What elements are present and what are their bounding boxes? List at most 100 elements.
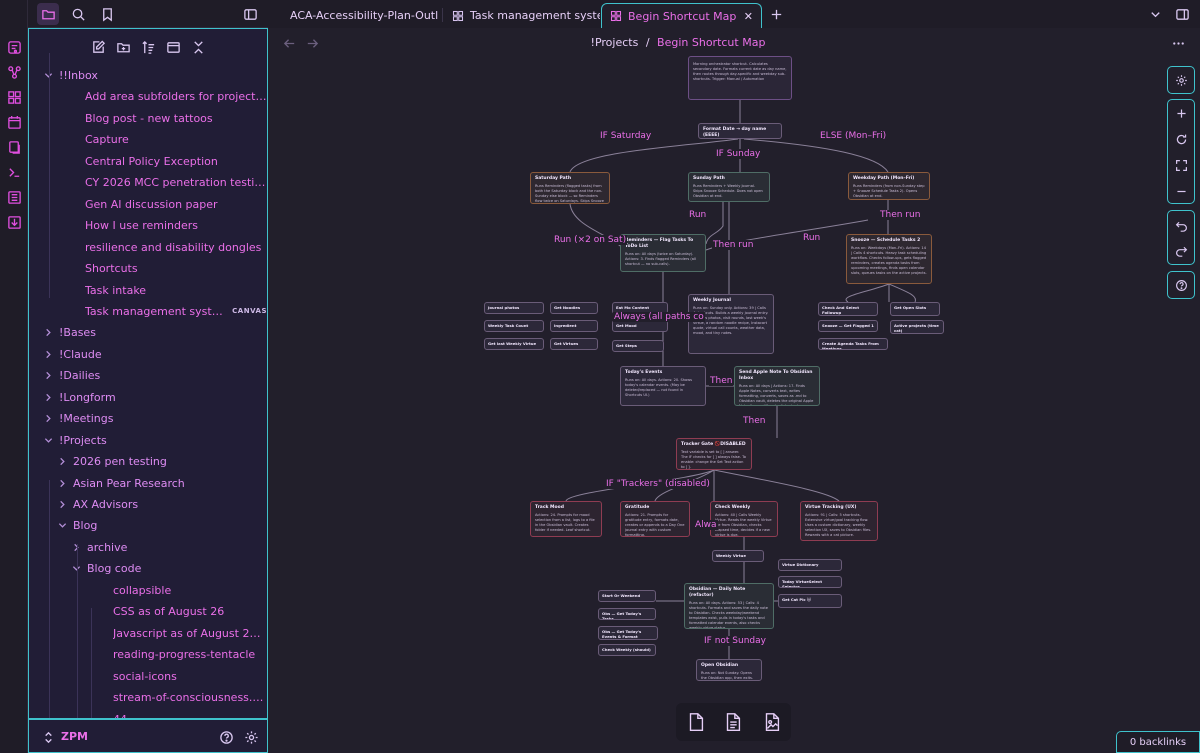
file-item[interactable]: Central Policy Exception xyxy=(29,151,267,172)
tab-aca-accessibility[interactable]: ACA-Accessibility-Plan-Outline... xyxy=(282,3,439,28)
file-item[interactable]: social-icons xyxy=(29,666,267,687)
vault-switch-icon[interactable] xyxy=(37,726,59,748)
canvas-node[interactable]: Send Apple Note To Obsidian Inbox Runs on… xyxy=(734,366,820,406)
canvas-node[interactable]: Open Obsidian Runs on: Not Sunday. Opens … xyxy=(696,659,762,681)
canvas-node[interactable]: Track Mood Actions: 24. Prompts for mood … xyxy=(530,501,602,537)
canvas-sub-node[interactable]: Get Open Slots xyxy=(890,302,940,316)
new-tab-icon[interactable] xyxy=(765,3,787,25)
chevron-right-icon[interactable] xyxy=(57,457,67,467)
file-item[interactable]: CY 2026 MCC penetration testing xyxy=(29,172,267,193)
canvas-node[interactable]: Format Date → day name (EEEE)Routes base… xyxy=(698,123,782,139)
chevron-down-icon[interactable] xyxy=(43,435,53,445)
auto-reveal-icon[interactable] xyxy=(162,36,184,58)
canvas-settings-gear-icon[interactable] xyxy=(1171,70,1191,90)
canvas-node[interactable]: Morning orchestrator shortcut. Calculate… xyxy=(688,56,792,100)
folder-item[interactable]: 2026 pen testing xyxy=(29,451,267,472)
folder-item[interactable]: !Claude xyxy=(29,344,267,365)
vault-switcher[interactable]: ZPM xyxy=(28,719,268,753)
open-quick-switcher-icon[interactable] xyxy=(3,36,25,58)
file-item[interactable]: Add area subfolders for projects and r..… xyxy=(29,86,267,107)
add-media-icon[interactable] xyxy=(759,709,785,735)
canvas-help-icon[interactable] xyxy=(1171,275,1191,295)
calendar-icon[interactable] xyxy=(3,111,25,133)
canvas-node[interactable]: Check Weekly Actions: 40 | Calls Weekly V… xyxy=(710,501,778,537)
folder-item[interactable]: AX Advisors xyxy=(29,494,267,515)
folder-item[interactable]: !Dailies xyxy=(29,365,267,386)
folder-item[interactable]: Blog code xyxy=(29,558,267,579)
canvas-sub-node[interactable]: Obs — Get Today's Tasks xyxy=(598,608,656,620)
canvas-sub-node[interactable]: Start Or Weekend xyxy=(598,590,656,602)
file-item[interactable]: reading-progress-tentacle xyxy=(29,644,267,665)
canvas-sub-node[interactable]: Snooze — Get Flagged 1 xyxy=(818,320,878,332)
file-item[interactable]: How I use reminders xyxy=(29,215,267,236)
tab-list-chevron-icon[interactable] xyxy=(1144,3,1166,25)
canvas-node[interactable]: Weekday Path (Mon–Fri) Runs Reminders (fr… xyxy=(848,172,930,200)
canvas-view[interactable]: Morning orchestrator shortcut. Calculate… xyxy=(268,56,1200,753)
canvas-node[interactable]: Reminders — Flag Tasks To ToDo List Runs … xyxy=(620,234,706,272)
canvas-sub-node[interactable]: Obs — Get Today's Events & Format xyxy=(598,626,658,640)
canvas-node[interactable]: Sunday Path Runs Reminders + Weekly Journ… xyxy=(688,172,770,202)
chevron-down-icon[interactable] xyxy=(43,71,53,81)
canvas-node[interactable]: Weekly Journal Runs on: Sunday only. Acti… xyxy=(688,294,774,354)
close-tab-icon[interactable]: ✕ xyxy=(744,10,753,23)
folder-item[interactable]: Blog xyxy=(29,515,267,536)
more-options-icon[interactable] xyxy=(1167,32,1189,54)
collapse-sidebar-icon[interactable] xyxy=(239,3,261,25)
chevron-right-icon[interactable] xyxy=(43,371,53,381)
graph-view-icon[interactable] xyxy=(3,61,25,83)
canvas-node[interactable]: Snooze — Schedule Tasks 2 Runs on: Weekda… xyxy=(846,234,932,284)
canvas-node[interactable]: Obsidian — Daily Note (refactor) Runs on:… xyxy=(684,583,774,629)
file-item[interactable]: resilience and disability dongles xyxy=(29,237,267,258)
chevron-right-icon[interactable] xyxy=(43,349,53,359)
undo-icon[interactable] xyxy=(1171,215,1191,235)
file-item[interactable]: Gen AI discussion paper xyxy=(29,194,267,215)
sort-icon[interactable] xyxy=(137,36,159,58)
chevron-right-icon[interactable] xyxy=(43,392,53,402)
folder-item[interactable]: !!Inbox xyxy=(29,65,267,86)
canvas-sub-node[interactable]: Create Agenda Tasks From Meetings xyxy=(818,338,888,350)
vault-name[interactable]: ZPM xyxy=(61,730,88,743)
list-icon[interactable] xyxy=(3,186,25,208)
canvas-sub-node[interactable]: Ingredient xyxy=(550,320,598,332)
file-item[interactable]: collapsible xyxy=(29,580,267,601)
breadcrumb-current[interactable]: Begin Shortcut Map xyxy=(657,36,765,49)
chevron-right-icon[interactable] xyxy=(57,478,67,488)
backlinks-status[interactable]: 0 backlinks xyxy=(1116,731,1200,753)
canvas-sub-node[interactable]: Active projects (time cat) xyxy=(890,320,944,334)
chevron-right-icon[interactable] xyxy=(43,414,53,424)
canvas-sub-node[interactable]: Journal photos xyxy=(484,302,544,314)
canvas-sub-node[interactable]: Get Cat Pic 🐱 xyxy=(778,594,842,608)
add-card-icon[interactable] xyxy=(683,709,709,735)
tab-begin-shortcut-map[interactable]: Begin Shortcut Map ✕ xyxy=(601,3,762,28)
file-item[interactable]: Shortcuts xyxy=(29,258,267,279)
canvas-sub-node[interactable]: Get Virtues xyxy=(550,338,598,350)
search-icon[interactable] xyxy=(67,3,89,25)
new-folder-icon[interactable] xyxy=(112,36,134,58)
canvas-node[interactable]: Tracker Gate 🚫DISABLED Text variable is s… xyxy=(676,438,752,470)
file-item[interactable]: Capture xyxy=(29,129,267,150)
canvas-sub-node[interactable]: Check Weekly (should) xyxy=(598,644,656,656)
folder-item[interactable]: !Projects xyxy=(29,430,267,451)
canvas-node[interactable]: Saturday Path Runs Reminders (flagged tas… xyxy=(530,172,610,204)
new-note-icon[interactable] xyxy=(87,36,109,58)
canvas-node[interactable]: Gratitude Actions: 21. Prompts for gratit… xyxy=(620,501,690,537)
folder-item[interactable]: Asian Pear Research xyxy=(29,473,267,494)
folder-item[interactable]: !Bases xyxy=(29,322,267,343)
help-icon[interactable] xyxy=(215,726,237,748)
bookmark-icon[interactable] xyxy=(96,3,118,25)
file-item[interactable]: Task intake xyxy=(29,280,267,301)
file-item[interactable]: CSS as of August 26 xyxy=(29,601,267,622)
canvas-sub-node[interactable]: Virtue Dictionary xyxy=(778,559,842,571)
canvas-grid-icon[interactable] xyxy=(3,86,25,108)
redo-icon[interactable] xyxy=(1171,240,1191,260)
folder-item[interactable]: !Meetings xyxy=(29,408,267,429)
zoom-to-fit-icon[interactable] xyxy=(1171,155,1191,175)
settings-gear-icon[interactable] xyxy=(240,726,262,748)
folder-item[interactable]: archive xyxy=(29,537,267,558)
canvas-node[interactable]: Today's Events Runs on: All days. Actions… xyxy=(620,366,706,406)
canvas-sub-node[interactable]: Get Steps xyxy=(612,340,664,352)
zoom-in-icon[interactable] xyxy=(1171,103,1191,123)
canvas-sub-node[interactable]: Weekly Task Count xyxy=(484,320,544,332)
file-item[interactable]: Blog post - new tattoos xyxy=(29,108,267,129)
zoom-out-icon[interactable] xyxy=(1171,181,1191,201)
